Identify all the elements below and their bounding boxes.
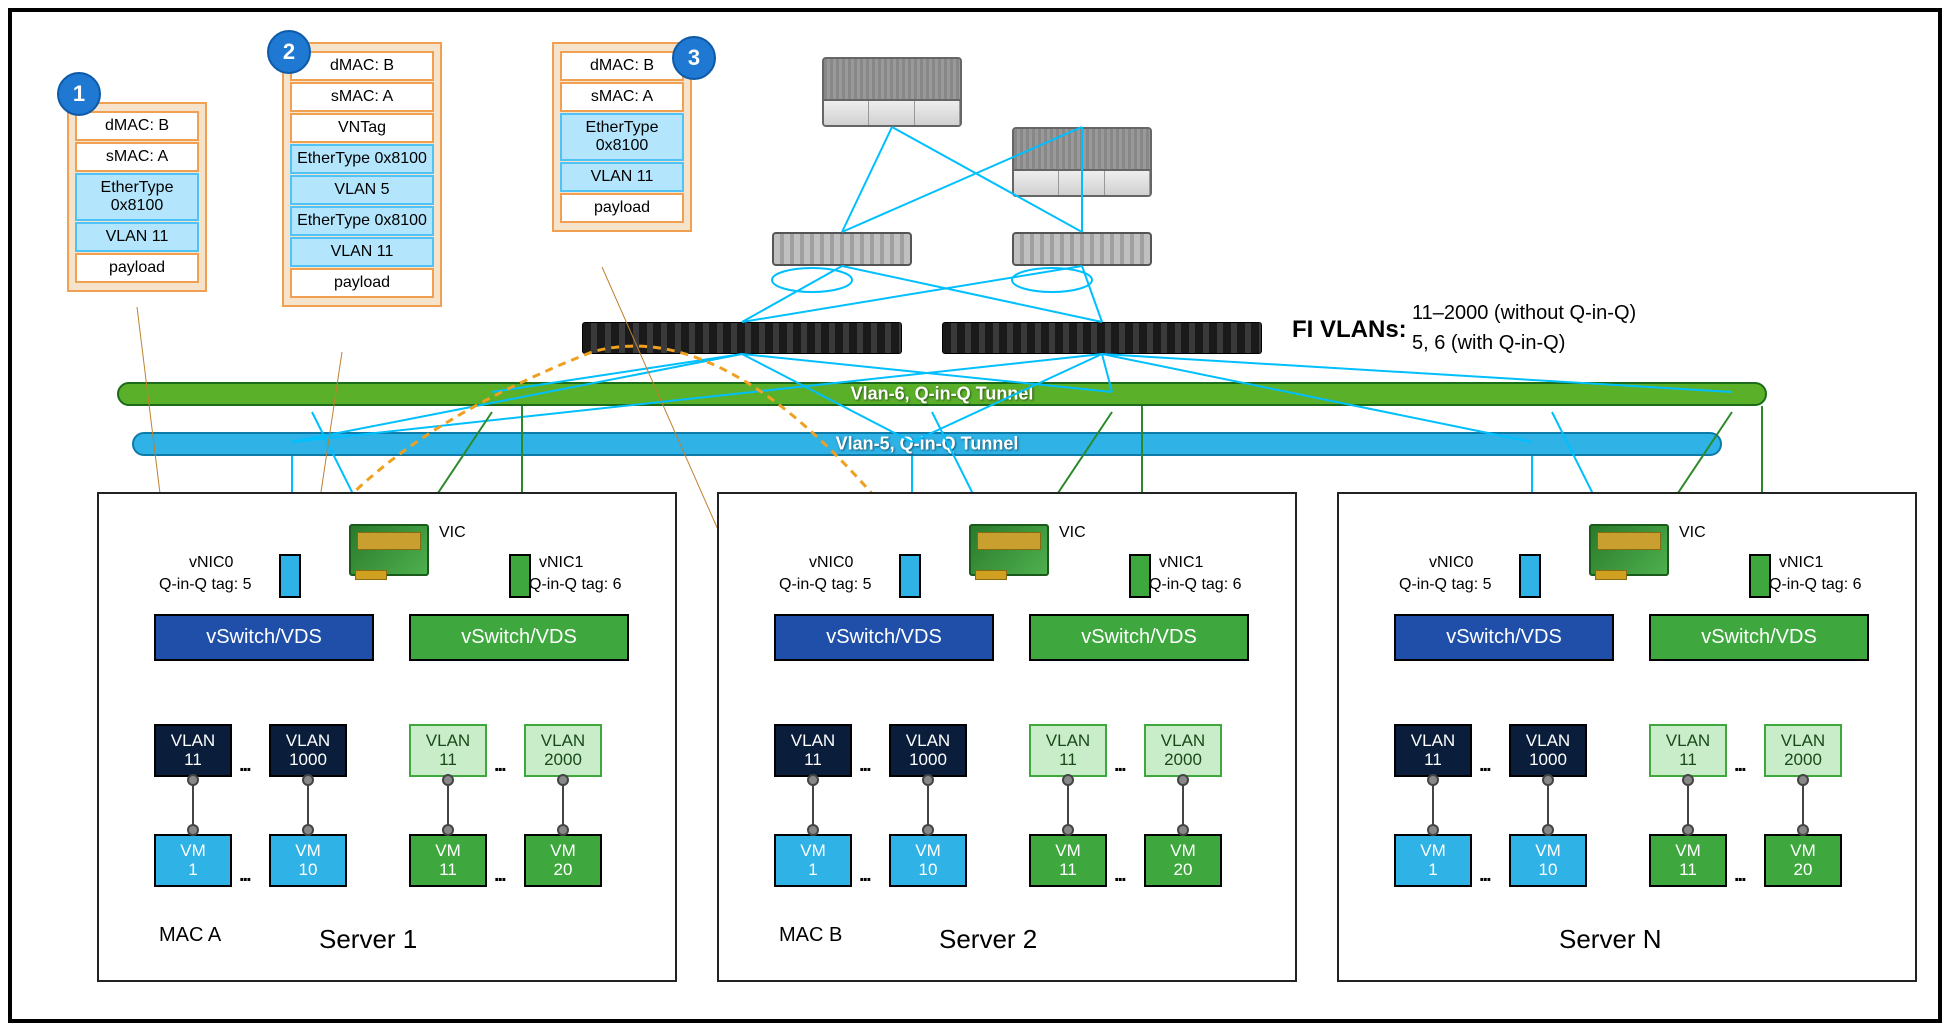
packet-field: dMAC: B <box>75 111 199 141</box>
server-box: vNIC0 Q-in-Q tag: 5 VIC vNIC1 Q-in-Q tag… <box>97 492 677 982</box>
packet-field: dMAC: B <box>560 51 684 81</box>
fi-vlans-line1: 11–2000 (without Q-in-Q) <box>1412 302 1636 325</box>
fi-vlans-line2: 5, 6 (with Q-in-Q) <box>1412 332 1565 355</box>
packet3-badge: 3 <box>672 36 716 80</box>
fabric-interconnect-left <box>582 322 902 354</box>
server-title: Server 2 <box>939 924 1037 955</box>
server-box: vNIC0 Q-in-Q tag: 5 VIC vNIC1 Q-in-Q tag… <box>1337 492 1917 982</box>
mac-label: MAC A <box>159 924 221 947</box>
packet2-badge: 2 <box>267 30 311 74</box>
packet-field: sMAC: A <box>560 82 684 112</box>
server-title: Server 1 <box>319 924 417 955</box>
upstream-device-left <box>822 57 962 127</box>
packet-field: VLAN 11 <box>560 162 684 192</box>
server-box: vNIC0 Q-in-Q tag: 5 VIC vNIC1 Q-in-Q tag… <box>717 492 1297 982</box>
packet-field: dMAC: B <box>290 51 434 81</box>
packet1: dMAC: BsMAC: AEtherType 0x8100VLAN 11pay… <box>67 102 207 292</box>
packet2: dMAC: BsMAC: AVNTagEtherType 0x8100VLAN … <box>282 42 442 307</box>
packet-field: payload <box>290 268 434 298</box>
packet-field: VLAN 5 <box>290 175 434 205</box>
vlan6-tunnel: Vlan-6, Q-in-Q Tunnel <box>117 382 1767 406</box>
packet-field: payload <box>560 193 684 223</box>
packet-field: EtherType 0x8100 <box>75 173 199 221</box>
diagram-frame: FI VLANs: 11–2000 (without Q-in-Q) 5, 6 … <box>8 8 1942 1023</box>
packet1-badge: 1 <box>57 72 101 116</box>
packet-field: sMAC: A <box>75 142 199 172</box>
mid-switch-left <box>772 232 912 266</box>
fabric-interconnect-right <box>942 322 1262 354</box>
packet-field: EtherType 0x8100 <box>290 206 434 236</box>
packet3: dMAC: BsMAC: AEtherType 0x8100VLAN 11pay… <box>552 42 692 232</box>
packet-field: VLAN 11 <box>75 222 199 252</box>
packet-field: VNTag <box>290 113 434 143</box>
fi-vlans-label: FI VLANs: <box>1292 316 1407 344</box>
packet-field: payload <box>75 253 199 283</box>
vlan5-tunnel-label: Vlan-5, Q-in-Q Tunnel <box>836 434 1019 455</box>
vlan6-tunnel-label: Vlan-6, Q-in-Q Tunnel <box>851 384 1034 405</box>
upstream-device-right <box>1012 127 1152 197</box>
packet-field: sMAC: A <box>290 82 434 112</box>
mac-label: MAC B <box>779 924 842 947</box>
mid-switch-right <box>1012 232 1152 266</box>
packet-field: EtherType 0x8100 <box>560 113 684 161</box>
packet-field: EtherType 0x8100 <box>290 144 434 174</box>
server-title: Server N <box>1559 924 1662 955</box>
packet-field: VLAN 11 <box>290 237 434 267</box>
vlan5-tunnel: Vlan-5, Q-in-Q Tunnel <box>132 432 1722 456</box>
